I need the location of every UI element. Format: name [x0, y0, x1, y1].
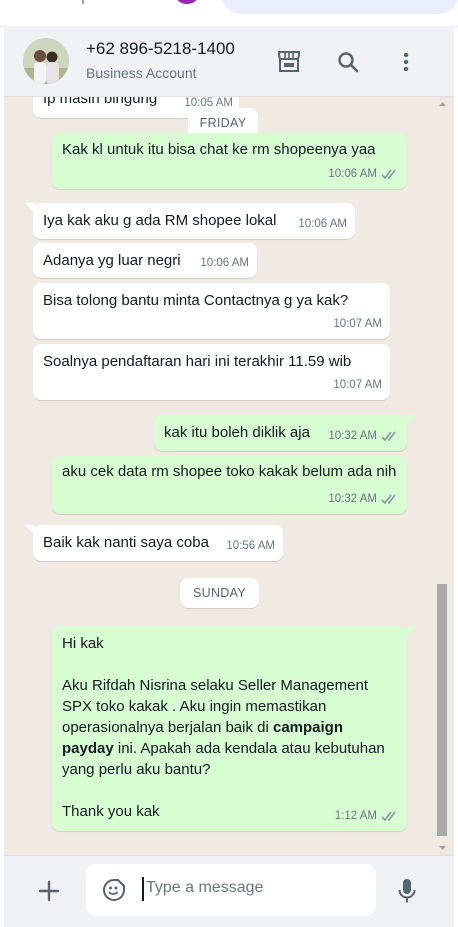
avatar[interactable]	[23, 38, 69, 84]
message-body: Hi kak Aku Rifdah Nisrina selaku Seller …	[62, 633, 397, 822]
search-icon[interactable]	[334, 48, 362, 76]
double-check-icon	[381, 431, 396, 442]
more-vertical-icon[interactable]	[392, 48, 420, 76]
message-incoming[interactable]: Baik kak nanti saya coba 10:56 AM	[33, 525, 283, 561]
double-check-icon	[381, 494, 396, 505]
message-meta: 10:32 AM	[328, 426, 399, 447]
message-time: 1:12 AM	[334, 810, 377, 822]
message-meta: 10:32 AM	[328, 489, 399, 510]
message-text: aku cek data rm shopee toko kakak belum …	[62, 463, 397, 480]
whatsapp-chat-window: +62 896-5218-1400 Business Account Ip ma…	[4, 26, 454, 927]
contact-name[interactable]: +62 896-5218-1400	[86, 39, 235, 59]
message-incoming[interactable]: Soalnya pendaftaran hari ini terakhir 11…	[33, 344, 390, 400]
day-separator: SUNDAY	[180, 578, 259, 608]
scroll-down-arrow-icon[interactable]	[435, 843, 450, 853]
double-check-icon	[381, 169, 396, 180]
message-outgoing[interactable]: aku cek data rm shopee toko kakak belum …	[52, 456, 407, 514]
message-outgoing[interactable]: kak itu boleh diklik aja 10:32 AM	[154, 415, 407, 451]
text-caret	[142, 877, 144, 901]
bubble-tail	[407, 626, 417, 636]
message-time: 10:32 AM	[328, 493, 377, 505]
scrollbar-thumb[interactable]	[437, 584, 447, 836]
message-incoming[interactable]: Iya kak aku g ada RM shopee lokal 10:06 …	[33, 203, 355, 239]
message-text: Kak kl untuk itu bisa chat ke rm shopeen…	[62, 141, 376, 158]
message-incoming[interactable]: Bisa tolong bantu minta Contactnya g ya …	[33, 283, 390, 339]
message-text: Ip masih bingung	[43, 97, 158, 107]
message-time: 10:56 AM	[226, 540, 275, 552]
scroll-up-arrow-icon[interactable]	[435, 99, 450, 109]
message-text: Iya kak aku g ada RM shopee lokal	[43, 212, 277, 229]
message-time: 10:32 AM	[328, 430, 377, 442]
microphone-icon[interactable]	[393, 877, 421, 905]
message-time: 10:07 AM	[333, 318, 382, 330]
message-composer: Type a message	[4, 855, 454, 927]
message-text: Baik kak nanti saya coba	[43, 534, 209, 551]
message-text: Adanya yg luar negri	[43, 252, 181, 269]
message-meta: 1:12 AM	[335, 806, 399, 827]
double-check-icon	[381, 811, 396, 822]
browser-toolbar-mark	[82, 0, 84, 4]
message-time: 10:06 AM	[298, 218, 347, 230]
message-time: 10:06 AM	[328, 168, 377, 180]
message-input-placeholder: Type a message	[146, 879, 264, 896]
chat-header[interactable]: +62 896-5218-1400 Business Account	[4, 26, 454, 97]
plus-icon[interactable]	[35, 877, 63, 905]
message-meta: 10:06 AM	[328, 164, 399, 185]
message-input[interactable]: Type a message	[86, 864, 376, 916]
message-greeting: Hi kak	[62, 635, 104, 652]
message-time: 10:07 AM	[333, 379, 382, 391]
storefront-icon[interactable]	[275, 48, 303, 76]
contact-subtitle: Business Account	[86, 65, 197, 81]
message-paragraph: Aku Rifdah Nisrina selaku Seller Managem…	[62, 677, 385, 778]
message-outgoing[interactable]: Hi kak Aku Rifdah Nisrina selaku Seller …	[52, 626, 407, 831]
message-list[interactable]: Ip masih bingung 10:05 AM FRIDAY Kak kl …	[4, 97, 454, 855]
message-text: Soalnya pendaftaran hari ini terakhir 11…	[43, 353, 352, 370]
sticker-icon[interactable]	[100, 876, 128, 904]
message-time: 10:06 AM	[200, 257, 249, 269]
message-text: kak itu boleh diklik aja	[164, 424, 310, 441]
address-bar[interactable]	[222, 0, 458, 14]
browser-toolbar-mark	[124, 0, 144, 2]
message-text: Bisa tolong bantu minta Contactnya g ya …	[43, 292, 349, 309]
bubble-tail	[25, 525, 35, 535]
bubble-tail	[25, 203, 35, 213]
browser-top-strip	[0, 0, 458, 27]
message-incoming[interactable]: Adanya yg luar negri 10:06 AM	[33, 243, 257, 278]
message-outgoing[interactable]: Kak kl untuk itu bisa chat ke rm shopeen…	[52, 133, 407, 189]
bubble-tail	[407, 415, 417, 425]
profile-dot-icon[interactable]	[176, 0, 198, 4]
